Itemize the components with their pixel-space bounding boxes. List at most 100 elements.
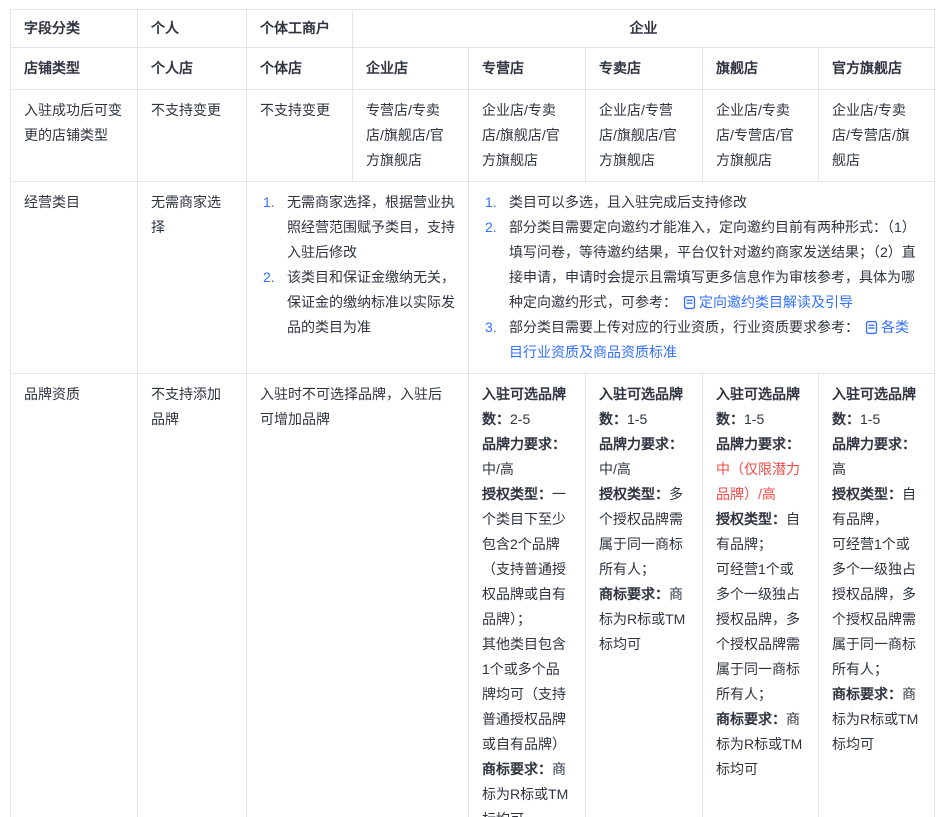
brand-requirement-label: 品牌力要求： [832, 436, 916, 452]
list-number: 1. [485, 190, 497, 215]
cell-change-official-flagship-store: 企业店/专卖店/专营店/旗舰店 [819, 90, 935, 182]
cell-category-label: 经营类目 [11, 182, 138, 374]
brand-requirement-label: 商标要求： [599, 586, 669, 602]
header-personal-store: 个人店 [138, 48, 247, 90]
brand-requirement-line: 入驻可选品牌数：1-5 [832, 382, 921, 432]
brand-requirement-value: 2-5 [510, 411, 530, 427]
brand-requirement-line: 品牌力要求： 高 [832, 432, 921, 482]
list-number: 2. [263, 265, 275, 290]
brand-requirement-value: 高 [832, 461, 846, 477]
category-individual-list: 1. 无需商家选择，根据营业执照经营范围赋予类目，支持入驻后修改 2. 该类目和保证金… [260, 190, 455, 340]
brand-requirement-value: 可经营1个或多个一级独占授权品牌，多个授权品牌需属于同一商标所有人； [832, 536, 916, 677]
brand-requirement-line: 授权类型：多个授权品牌需属于同一商标所有人； [599, 482, 689, 582]
brand-requirement-value: 可经营1个或多个一级独占授权品牌，多个授权品牌需属于同一商标所有人； [716, 561, 800, 702]
doc-link-text: 定向邀约类目解读及引导 [699, 294, 853, 310]
brand-requirement-label: 品牌力要求： [482, 436, 566, 452]
brand-requirement-value: 1-5 [627, 411, 647, 427]
cell-brand-label: 品牌资质 [11, 374, 138, 817]
brand-requirement-value: 中（仅限潜力品牌）/高 [716, 461, 800, 502]
category-list-item: 1. 类目可以多选，且入驻完成后支持修改 [482, 190, 921, 215]
category-enterprise-list: 1. 类目可以多选，且入驻完成后支持修改 2.部分类目需要定向邀约才能准入，定向邀约… [482, 190, 921, 365]
brand-requirement-line: 入驻可选品牌数：2-5 [482, 382, 572, 432]
brand-requirement-value: 1-5 [860, 411, 880, 427]
brand-requirement-line: 品牌力要求： 中/高 [482, 432, 572, 482]
header-flagship-store: 旗舰店 [703, 48, 819, 90]
category-list-item: 1. 无需商家选择，根据营业执照经营范围赋予类目，支持入驻后修改 [260, 190, 455, 265]
header-enterprise: 企业 [353, 10, 935, 48]
store-type-table: 字段分类 个人 个体工商户 企业 店铺类型 个人店 个体店 企业店 专营店 专卖… [10, 9, 935, 817]
cell-change-exclusive-store: 企业店/专营店/旗舰店/官方旗舰店 [586, 90, 703, 182]
cell-category-personal: 无需商家选择 [138, 182, 247, 374]
cell-change-franchise-store: 企业店/专卖店/旗舰店/官方旗舰店 [469, 90, 586, 182]
brand-requirement-line: 商标要求：商标为R标或TM标均可 [832, 682, 921, 757]
header-individual-store: 个体店 [247, 48, 353, 90]
brand-requirement-value: 1-5 [744, 411, 764, 427]
category-list-item: 2.部分类目需要定向邀约才能准入，定向邀约目前有两种形式：（1）填写问卷，等待邀… [482, 215, 921, 315]
brand-requirement-line: 授权类型：自有品牌， [832, 482, 921, 532]
cell-brand-franchise-store: 入驻可选品牌数：2-5 品牌力要求： 中/高授权类型：一个类目下至少包含2个品牌（支… [469, 374, 586, 817]
header-exclusive-store: 专卖店 [586, 48, 703, 90]
cell-change-personal-store: 不支持变更 [138, 90, 247, 182]
brand-requirement-value: 其他类目包含1个或多个品牌均可（支持普通授权品牌或自有品牌） [482, 636, 566, 752]
table-row-store-type: 店铺类型 个人店 个体店 企业店 专营店 专卖店 旗舰店 官方旗舰店 [11, 48, 935, 90]
header-personal: 个人 [138, 10, 247, 48]
cell-change-label: 入驻成功后可变更的店铺类型 [11, 90, 138, 182]
brand-requirement-label: 品牌力要求： [716, 436, 800, 452]
brand-requirement-label: 授权类型： [716, 511, 786, 527]
list-item-text: 部分类目需要上传对应的行业资质，行业资质要求参考： [509, 319, 859, 335]
brand-requirement-value: 中/高 [599, 461, 631, 477]
header-field-category: 字段分类 [11, 10, 138, 48]
cell-brand-individual-enterprise: 入驻时不可选择品牌，入驻后可增加品牌 [247, 374, 469, 817]
doc-icon [682, 295, 697, 310]
brand-requirement-line: 授权类型：一个类目下至少包含2个品牌（支持普通授权品牌或自有品牌）； [482, 482, 572, 632]
list-number: 3. [485, 315, 497, 340]
brand-requirement-value: 一个类目下至少包含2个品牌（支持普通授权品牌或自有品牌）； [482, 486, 566, 627]
table-row-brand-qualification: 品牌资质 不支持添加品牌 入驻时不可选择品牌，入驻后可增加品牌 入驻可选品牌数：… [11, 374, 935, 817]
brand-requirement-line: 入驻可选品牌数：1-5 [599, 382, 689, 432]
header-individual-business: 个体工商户 [247, 10, 353, 48]
brand-requirement-label: 授权类型： [832, 486, 902, 502]
brand-requirement-line: 商标要求：商标为R标或TM标均可 [716, 707, 805, 782]
brand-requirement-label: 商标要求： [832, 686, 902, 702]
brand-requirement-line: 可经营1个或多个一级独占授权品牌，多个授权品牌需属于同一商标所有人； [716, 557, 805, 707]
list-item-text: 类目可以多选，且入驻完成后支持修改 [509, 194, 747, 210]
doc-icon [864, 320, 879, 335]
cell-change-flagship-store: 企业店/专卖店/专营店/官方旗舰店 [703, 90, 819, 182]
brand-requirement-line: 商标要求：商标为R标或TM标均可 [482, 757, 572, 817]
brand-requirement-line: 可经营1个或多个一级独占授权品牌，多个授权品牌需属于同一商标所有人； [832, 532, 921, 682]
brand-requirement-label: 授权类型： [599, 486, 669, 502]
cell-brand-flagship-store: 入驻可选品牌数：1-5 品牌力要求： 中（仅限潜力品牌）/高授权类型：自有品牌；可经… [703, 374, 819, 817]
table-row-business-category: 经营类目 无需商家选择 1. 无需商家选择，根据营业执照经营范围赋予类目，支持入驻… [11, 182, 935, 374]
category-list-item: 2. 该类目和保证金缴纳无关，保证金的缴纳标准以实际发品的类目为准 [260, 265, 455, 340]
brand-requirement-line: 商标要求：商标为R标或TM标均可 [599, 582, 689, 657]
cell-change-enterprise-store: 专营店/专卖店/旗舰店/官方旗舰店 [353, 90, 469, 182]
brand-requirement-label: 商标要求： [716, 711, 786, 727]
brand-requirement-line: 其他类目包含1个或多个品牌均可（支持普通授权品牌或自有品牌） [482, 632, 572, 757]
list-number: 2. [485, 215, 497, 240]
brand-requirement-line: 品牌力要求： 中（仅限潜力品牌）/高 [716, 432, 805, 507]
list-item-text: 无需商家选择，根据营业执照经营范围赋予类目，支持入驻后修改 [287, 194, 455, 260]
list-number: 1. [263, 190, 275, 215]
store-entry-requirements-page: 字段分类 个人 个体工商户 企业 店铺类型 个人店 个体店 企业店 专营店 专卖… [0, 0, 938, 817]
brand-requirement-value: 中/高 [482, 461, 514, 477]
brand-requirement-line: 授权类型：自有品牌； [716, 507, 805, 557]
cell-brand-exclusive-store: 入驻可选品牌数：1-5 品牌力要求： 中/高授权类型：多个授权品牌需属于同一商标所有… [586, 374, 703, 817]
brand-requirement-line: 入驻可选品牌数：1-5 [716, 382, 805, 432]
table-row-field-category: 字段分类 个人 个体工商户 企业 [11, 10, 935, 48]
cell-change-individual-store: 不支持变更 [247, 90, 353, 182]
brand-requirement-label: 商标要求： [482, 761, 552, 777]
list-item-text: 该类目和保证金缴纳无关，保证金的缴纳标准以实际发品的类目为准 [287, 269, 455, 335]
header-enterprise-store: 企业店 [353, 48, 469, 90]
header-official-flagship-store: 官方旗舰店 [819, 48, 935, 90]
link-directed-invitation-category-guide[interactable]: 定向邀约类目解读及引导 [682, 294, 853, 310]
brand-requirement-label: 品牌力要求： [599, 436, 683, 452]
brand-requirement-label: 授权类型： [482, 486, 552, 502]
cell-brand-official-flagship-store: 入驻可选品牌数：1-5 品牌力要求： 高授权类型：自有品牌，可经营1个或多个一级独占… [819, 374, 935, 817]
table-row-changeable-store-type: 入驻成功后可变更的店铺类型 不支持变更 不支持变更 专营店/专卖店/旗舰店/官方… [11, 90, 935, 182]
header-store-type: 店铺类型 [11, 48, 138, 90]
category-list-item: 3.部分类目需要上传对应的行业资质，行业资质要求参考：各类目行业资质及商品资质标… [482, 315, 921, 365]
cell-brand-personal: 不支持添加品牌 [138, 374, 247, 817]
cell-category-enterprise: 1. 类目可以多选，且入驻完成后支持修改 2.部分类目需要定向邀约才能准入，定向邀约… [469, 182, 935, 374]
brand-requirement-line: 品牌力要求： 中/高 [599, 432, 689, 482]
header-franchise-store: 专营店 [469, 48, 586, 90]
